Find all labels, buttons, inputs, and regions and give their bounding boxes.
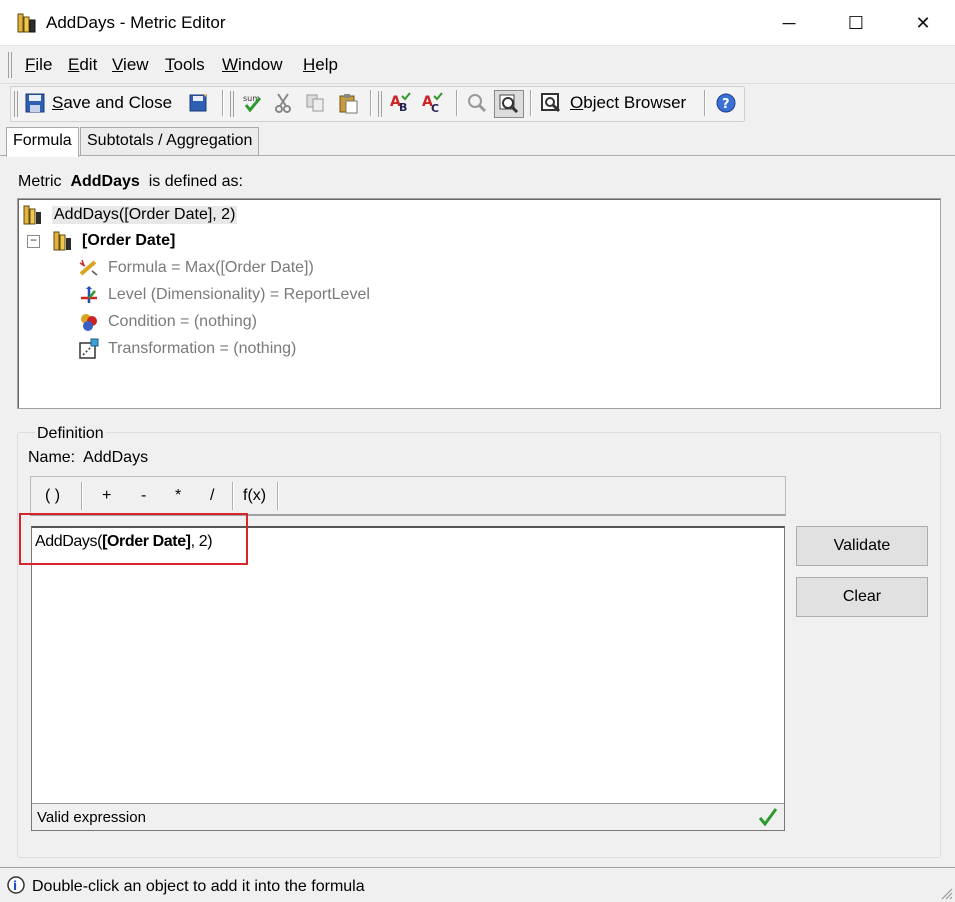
toolbar-separator bbox=[222, 90, 224, 116]
tree-child-label: [Order Date] bbox=[82, 232, 176, 249]
close-button[interactable]: ✕ bbox=[891, 0, 955, 46]
tree-root-label: AddDays([Order Date], 2) bbox=[52, 206, 238, 224]
spell-check-icon[interactable]: A B bbox=[390, 92, 412, 114]
menu-edit[interactable]: Edit bbox=[68, 55, 97, 75]
highlight-annotation bbox=[19, 513, 248, 565]
menu-window[interactable]: Window bbox=[222, 55, 282, 75]
window-title: AddDays - Metric Editor bbox=[46, 13, 226, 32]
menu-tools[interactable]: Tools bbox=[165, 55, 205, 75]
toolbar-separator bbox=[456, 90, 458, 116]
metric-icon bbox=[53, 231, 71, 251]
svg-text:i: i bbox=[13, 879, 17, 893]
level-icon bbox=[81, 286, 97, 303]
clear-button[interactable]: Clear bbox=[796, 577, 928, 617]
help-icon[interactable]: ? bbox=[715, 92, 737, 114]
tree-prop-formula[interactable]: Formula = Max([Order Date]) bbox=[78, 256, 314, 280]
valid-check-icon bbox=[758, 808, 778, 827]
metric-tree[interactable]: AddDays([Order Date], 2) − [Order Date] … bbox=[17, 198, 941, 409]
menu-help[interactable]: Help bbox=[303, 55, 338, 75]
save-icon[interactable] bbox=[188, 92, 210, 114]
toolbar-grip[interactable] bbox=[230, 91, 234, 117]
validate-button[interactable]: Validate bbox=[796, 526, 928, 566]
tree-prop-condition[interactable]: Condition = (nothing) bbox=[78, 310, 257, 334]
maximize-button[interactable]: ☐ bbox=[824, 0, 888, 46]
cut-icon[interactable] bbox=[272, 92, 294, 114]
function-button[interactable]: f(x) bbox=[243, 487, 266, 505]
formula-icon bbox=[79, 259, 98, 276]
metric-app-icon bbox=[17, 13, 36, 33]
minimize-button[interactable]: ─ bbox=[757, 0, 821, 46]
divide-button[interactable]: / bbox=[210, 487, 214, 505]
formula-panel: Metric AddDays is defined as: AddDays([O… bbox=[0, 155, 955, 867]
metric-icon bbox=[23, 205, 41, 225]
zoom-icon bbox=[499, 94, 519, 114]
toolbar-grip[interactable] bbox=[14, 91, 18, 117]
save-icon bbox=[25, 93, 45, 113]
tab-subtotals-aggregation[interactable]: Subtotals / Aggregation bbox=[80, 127, 260, 156]
tree-child-row[interactable]: [Order Date] bbox=[52, 229, 175, 253]
toggle-zoom-button[interactable] bbox=[494, 90, 524, 118]
metric-name-value: AddDays bbox=[83, 449, 149, 466]
tab-strip: Formula Subtotals / Aggregation bbox=[0, 124, 955, 157]
resize-grip-icon[interactable] bbox=[939, 886, 953, 900]
copy-icon[interactable] bbox=[304, 92, 326, 114]
metric-definition-label: Metric AddDays is defined as: bbox=[18, 173, 243, 190]
operator-separator bbox=[277, 482, 279, 510]
spell-options-icon[interactable]: A C bbox=[422, 92, 444, 114]
info-icon: i bbox=[7, 876, 25, 894]
validation-status-bar: Valid expression bbox=[31, 803, 785, 831]
operator-separator bbox=[81, 482, 83, 510]
toolbar: Save and Close sum A B A C Object Browse… bbox=[0, 84, 955, 124]
svg-text:C: C bbox=[431, 102, 439, 114]
menu-bar: File Edit View Tools Window Help bbox=[0, 46, 955, 84]
parentheses-button[interactable]: ( ) bbox=[45, 487, 60, 505]
menu-view[interactable]: View bbox=[112, 55, 149, 75]
operator-toolbar: ( ) + - * / f(x) bbox=[30, 476, 786, 516]
status-bar: i Double-click an object to add it into … bbox=[0, 867, 955, 902]
svg-text:?: ? bbox=[722, 97, 730, 112]
menu-file[interactable]: File bbox=[25, 55, 52, 75]
validation-status-text: Valid expression bbox=[37, 809, 146, 826]
sum-check-icon[interactable]: sum bbox=[242, 92, 264, 114]
toolbar-grip[interactable] bbox=[378, 91, 382, 117]
operator-separator bbox=[232, 482, 234, 510]
toolbar-separator bbox=[704, 90, 706, 116]
formula-editor[interactable]: AddDays([Order Date], 2) bbox=[31, 526, 785, 830]
tree-root-row[interactable]: AddDays([Order Date], 2) bbox=[22, 203, 238, 227]
plus-button[interactable]: + bbox=[102, 487, 111, 505]
toolbar-separator bbox=[370, 90, 372, 116]
status-bar-text: Double-click an object to add it into th… bbox=[32, 878, 365, 895]
transformation-icon bbox=[79, 338, 99, 359]
tree-prop-level[interactable]: Level (Dimensionality) = ReportLevel bbox=[78, 283, 370, 307]
minus-button[interactable]: - bbox=[141, 487, 146, 505]
find-icon[interactable] bbox=[466, 92, 488, 114]
save-and-close-button[interactable]: Save and Close bbox=[24, 89, 172, 117]
condition-icon bbox=[81, 314, 97, 331]
menubar-grip[interactable] bbox=[8, 52, 12, 78]
tab-formula[interactable]: Formula bbox=[6, 127, 79, 157]
paste-icon[interactable] bbox=[337, 92, 359, 114]
object-browser-icon bbox=[541, 93, 561, 113]
toolbar-separator bbox=[530, 90, 532, 116]
definition-legend: Definition bbox=[35, 425, 106, 443]
multiply-button[interactable]: * bbox=[175, 487, 181, 505]
collapse-toggle[interactable]: − bbox=[27, 234, 40, 248]
name-row: Name: AddDays bbox=[28, 449, 149, 466]
object-browser-button[interactable]: Object Browser bbox=[540, 89, 686, 117]
svg-text:B: B bbox=[399, 101, 407, 114]
tree-prop-transformation[interactable]: Transformation = (nothing) bbox=[78, 337, 296, 361]
title-bar: AddDays - Metric Editor ─ ☐ ✕ bbox=[0, 0, 955, 46]
